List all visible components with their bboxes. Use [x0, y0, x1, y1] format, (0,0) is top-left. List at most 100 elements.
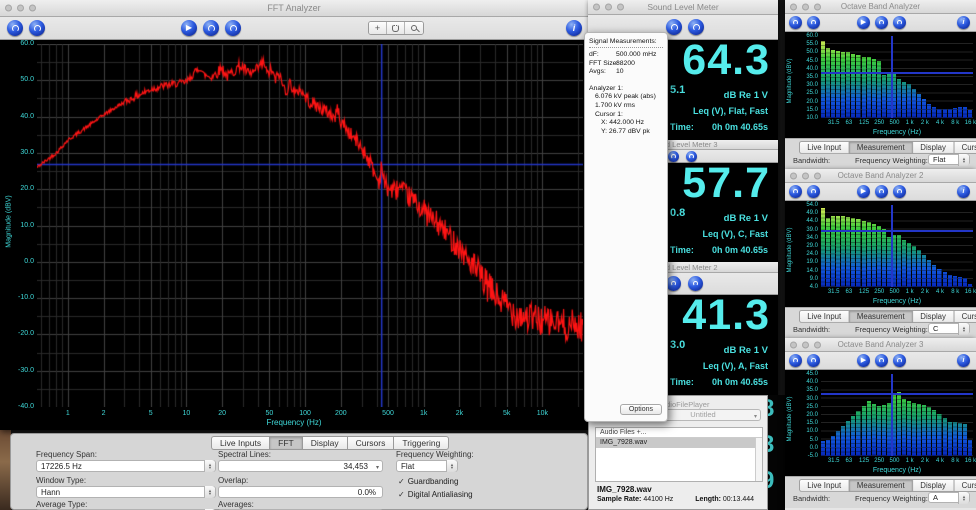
- octave-plot-region[interactable]: Magnitude (dBV)54.049.044.039.034.029.02…: [785, 201, 976, 307]
- stepper-icon[interactable]: ▲▼: [204, 460, 215, 472]
- stepper-icon[interactable]: ▲▼: [958, 492, 969, 504]
- zoom-window-icon[interactable]: [814, 3, 821, 10]
- audio-files-list-header[interactable]: Audio Files +...: [596, 428, 762, 438]
- stepper-icon[interactable]: ▲▼: [958, 154, 969, 166]
- play-button[interactable]: ▶: [857, 16, 870, 29]
- window-type-select[interactable]: Hann▲▼: [36, 486, 216, 498]
- frequency-weighting-select[interactable]: Flat▲▼: [928, 154, 970, 165]
- close-icon[interactable]: [5, 5, 12, 12]
- settings-button[interactable]: [807, 354, 820, 367]
- tab-live-inputs[interactable]: Live Inputs: [211, 436, 269, 450]
- input-config-button[interactable]: [789, 16, 802, 29]
- close-icon[interactable]: [790, 341, 797, 348]
- frequency-weighting-select[interactable]: A▲▼: [928, 492, 970, 503]
- tab-cursors[interactable]: Cursors: [953, 479, 976, 492]
- overlap-field[interactable]: 0.0%: [218, 486, 383, 498]
- cursor-horizontal-line[interactable]: [821, 393, 973, 395]
- stepper-icon[interactable]: ▲▼: [446, 460, 457, 472]
- export-button[interactable]: [688, 19, 704, 35]
- options-button[interactable]: Options: [620, 404, 662, 415]
- tab-display[interactable]: Display: [912, 310, 953, 323]
- window-controls[interactable]: [5, 5, 36, 12]
- tab-triggering[interactable]: Triggering: [393, 436, 449, 450]
- play-button[interactable]: ▶: [857, 185, 870, 198]
- minimize-icon[interactable]: [802, 3, 809, 10]
- snapshot-button[interactable]: [875, 185, 888, 198]
- minimize-icon[interactable]: [17, 5, 24, 12]
- tab-measurement[interactable]: Measurement: [849, 310, 912, 323]
- export-button[interactable]: [225, 20, 241, 36]
- snapshot-button[interactable]: [666, 19, 682, 35]
- export-button[interactable]: [688, 276, 703, 291]
- close-icon[interactable]: [790, 3, 797, 10]
- octave-plot-region[interactable]: Magnitude (dBV)45.040.035.030.025.020.01…: [785, 370, 976, 476]
- export-button[interactable]: [893, 354, 906, 367]
- zoom-window-icon[interactable]: [29, 5, 36, 12]
- info-button[interactable]: i: [957, 16, 970, 29]
- export-button[interactable]: [893, 185, 906, 198]
- tab-cursors[interactable]: Cursors: [953, 141, 976, 154]
- tab-display[interactable]: Display: [912, 479, 953, 492]
- cursor-vertical-line[interactable]: [891, 36, 893, 118]
- export-button[interactable]: [893, 16, 906, 29]
- settings-button[interactable]: [807, 16, 820, 29]
- tab-measurement[interactable]: Measurement: [849, 141, 912, 154]
- close-icon[interactable]: [593, 4, 600, 11]
- snapshot-button[interactable]: [875, 354, 888, 367]
- play-button[interactable]: ▶: [857, 354, 870, 367]
- zoom-window-icon[interactable]: [814, 172, 821, 179]
- fft-titlebar[interactable]: FFT Analyzer: [0, 0, 588, 17]
- zoom-in-tool-button[interactable]: +: [369, 22, 387, 34]
- cursor-vertical-line[interactable]: [891, 205, 893, 287]
- cursor-vertical-line[interactable]: [891, 374, 893, 456]
- frequency-weighting-select[interactable]: Flat▲▼: [396, 460, 458, 472]
- snapshot-button[interactable]: [668, 151, 679, 162]
- octave-titlebar[interactable]: Octave Band Analyzer: [785, 0, 976, 14]
- cursor-horizontal-line[interactable]: [821, 230, 973, 232]
- scrollbar[interactable]: [755, 438, 762, 481]
- snapshot-button[interactable]: [875, 16, 888, 29]
- input-config-button[interactable]: [7, 20, 23, 36]
- tab-display[interactable]: Display: [302, 436, 347, 450]
- tab-cursors[interactable]: Cursors: [953, 310, 976, 323]
- minimize-icon[interactable]: [802, 341, 809, 348]
- guardbanding-checkbox[interactable]: ✓Guardbanding: [398, 477, 458, 486]
- tab-cursors[interactable]: Cursors: [347, 436, 394, 450]
- cursor-horizontal-line[interactable]: [821, 72, 973, 74]
- tab-fft[interactable]: FFT: [269, 436, 302, 450]
- audio-files-list[interactable]: Audio Files +... IMG_7928.wav: [595, 427, 763, 482]
- snapshot-button[interactable]: [666, 276, 681, 291]
- zoom-window-icon[interactable]: [617, 4, 624, 11]
- spectral-lines-combo[interactable]: 34,453▾: [218, 460, 383, 472]
- stepper-icon[interactable]: ▲▼: [958, 323, 969, 335]
- octave-plot-region[interactable]: Magnitude (dBV)60.055.050.045.040.035.03…: [785, 32, 976, 138]
- digital-antialiasing-checkbox[interactable]: ✓Digital Antialiasing: [398, 490, 473, 499]
- meter-titlebar[interactable]: Sound Level Meter: [588, 0, 778, 15]
- minimize-icon[interactable]: [802, 172, 809, 179]
- settings-button[interactable]: [29, 20, 45, 36]
- frequency-weighting-select[interactable]: C▲▼: [928, 323, 970, 334]
- tab-measurement[interactable]: Measurement: [849, 479, 912, 492]
- close-icon[interactable]: [790, 172, 797, 179]
- play-button[interactable]: ▶: [181, 20, 197, 36]
- input-config-button[interactable]: [789, 185, 802, 198]
- snapshot-button[interactable]: [203, 20, 219, 36]
- octave-titlebar[interactable]: Octave Band Analyzer 3: [785, 338, 976, 352]
- input-config-button[interactable]: [789, 354, 802, 367]
- list-item[interactable]: [596, 458, 762, 468]
- zoom-window-icon[interactable]: [814, 341, 821, 348]
- tab-live-input[interactable]: Live Input: [799, 479, 849, 492]
- pan-tool-button[interactable]: [387, 22, 405, 34]
- export-button[interactable]: [686, 151, 697, 162]
- tab-live-input[interactable]: Live Input: [799, 141, 849, 154]
- list-item[interactable]: [596, 468, 762, 478]
- info-button[interactable]: i: [566, 20, 582, 36]
- list-item[interactable]: [596, 448, 762, 458]
- settings-button[interactable]: [807, 185, 820, 198]
- tab-display[interactable]: Display: [912, 141, 953, 154]
- octave-titlebar[interactable]: Octave Band Analyzer 2: [785, 169, 976, 183]
- info-button[interactable]: i: [957, 354, 970, 367]
- magnify-tool-button[interactable]: [405, 22, 423, 34]
- tab-live-input[interactable]: Live Input: [799, 310, 849, 323]
- frequency-span-select[interactable]: 17226.5 Hz▲▼: [36, 460, 216, 472]
